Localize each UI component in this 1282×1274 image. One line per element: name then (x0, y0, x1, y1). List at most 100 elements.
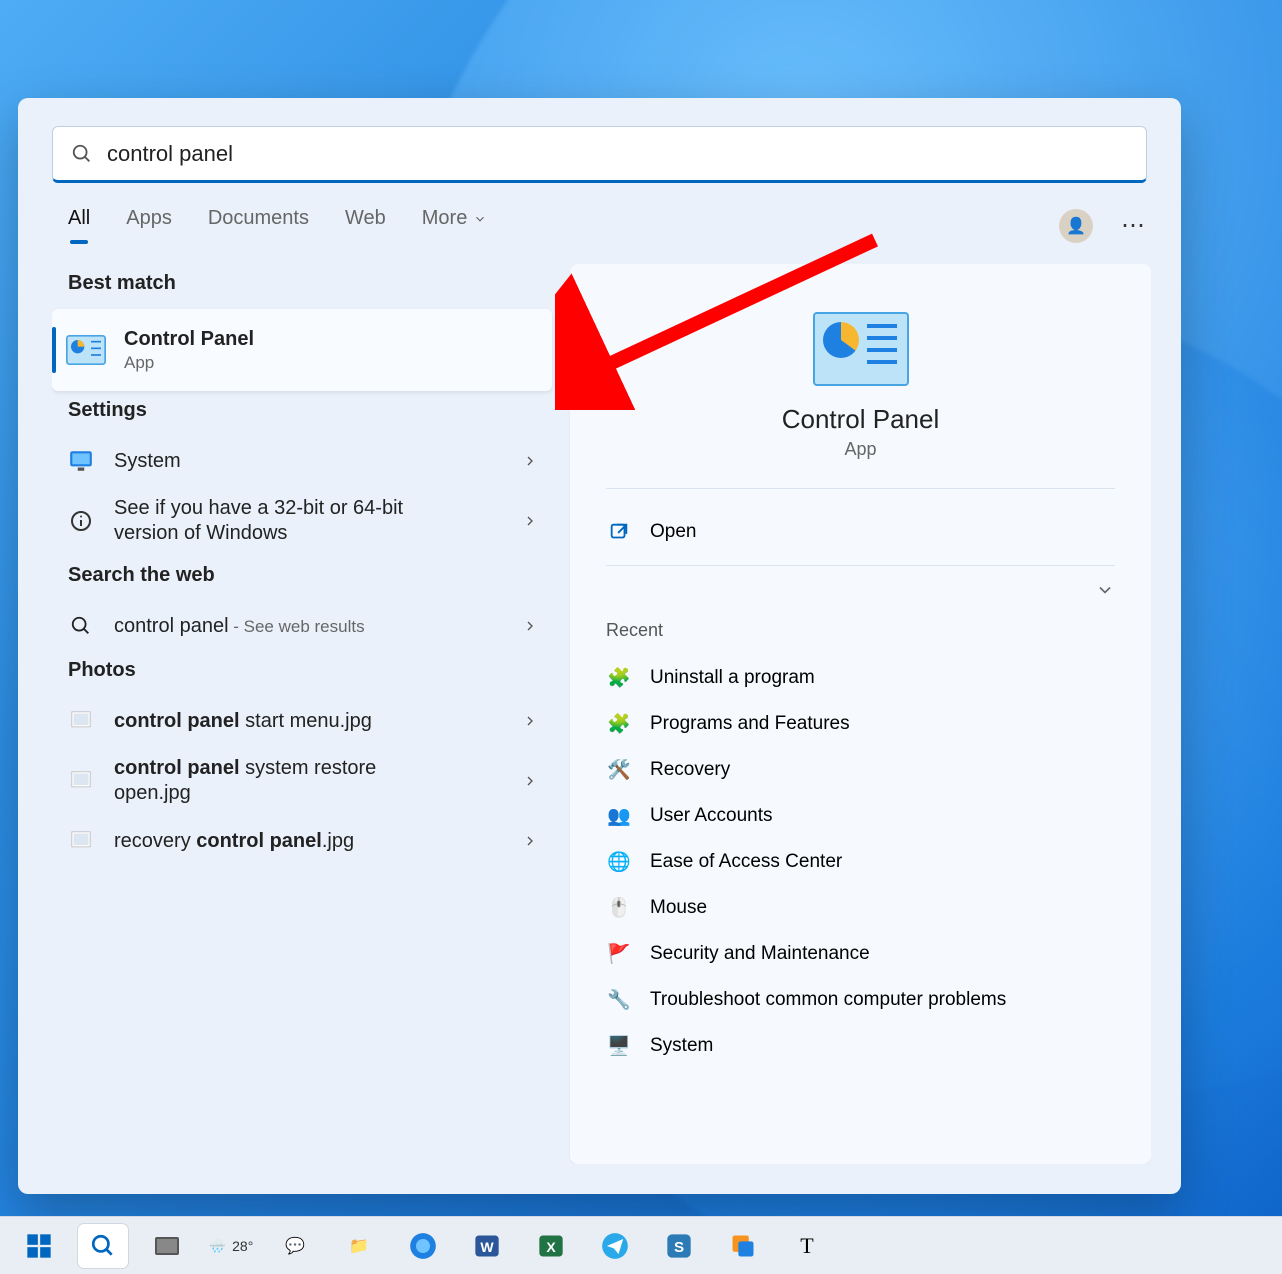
search-icon (71, 143, 93, 165)
recent-programs[interactable]: 🧩 Programs and Features (606, 701, 1115, 747)
start-button[interactable] (14, 1224, 64, 1268)
control-panel-icon (66, 330, 106, 370)
recent-label: Recovery (650, 759, 730, 781)
result-system-label: System (114, 449, 181, 474)
recent-heading: Recent (606, 620, 1115, 641)
taskbar-app-telegram[interactable] (590, 1224, 640, 1268)
image-icon (66, 706, 96, 736)
open-label: Open (650, 521, 696, 543)
chevron-right-icon (522, 773, 538, 789)
tab-apps[interactable]: Apps (126, 207, 172, 244)
mouse-icon: 🖱️ (606, 895, 632, 921)
users-icon: 👥 (606, 803, 632, 829)
results-list: Best match Control Panel App Settings Sy… (52, 264, 552, 1164)
weather-temp: 28° (232, 1238, 253, 1254)
result-web-search[interactable]: control panel - See web results (52, 601, 552, 651)
recent-label: Uninstall a program (650, 667, 815, 689)
recent-system[interactable]: 🖥️ System (606, 1023, 1115, 1069)
taskbar-app-excel[interactable]: X (526, 1224, 576, 1268)
image-icon (66, 826, 96, 856)
taskbar-app-text[interactable]: T (782, 1224, 832, 1268)
chevron-right-icon (522, 618, 538, 634)
info-icon (66, 506, 96, 536)
taskbar-app-word[interactable]: W (462, 1224, 512, 1268)
recent-user-accounts[interactable]: 👥 User Accounts (606, 793, 1115, 839)
system-icon: 🖥️ (606, 1033, 632, 1059)
recent-label: Programs and Features (650, 713, 850, 735)
program-icon: 🧩 (606, 665, 632, 691)
best-subtitle: App (124, 352, 254, 373)
image-icon (66, 766, 96, 796)
user-avatar[interactable]: 👤 (1059, 209, 1093, 243)
tab-web[interactable]: Web (345, 207, 386, 244)
result-system[interactable]: System (52, 436, 552, 486)
recent-label: Ease of Access Center (650, 851, 842, 873)
search-icon (66, 611, 96, 641)
open-external-icon (608, 521, 630, 543)
weather-widget[interactable]: 🌧️ 28° (206, 1224, 256, 1268)
recent-label: User Accounts (650, 805, 773, 827)
recovery-icon: 🛠️ (606, 757, 632, 783)
open-action[interactable]: Open (606, 517, 1115, 547)
recent-mouse[interactable]: 🖱️ Mouse (606, 885, 1115, 931)
result-bitness-label: See if you have a 32-bit or 64-bit versi… (114, 496, 434, 546)
divider (606, 488, 1115, 489)
taskbar-app-snagit[interactable]: S (654, 1224, 704, 1268)
monitor-icon (66, 446, 96, 476)
result-control-panel[interactable]: Control Panel App (52, 309, 552, 391)
section-best-match: Best match (68, 272, 552, 295)
taskbar: 🌧️ 28° 💬 📁 W X S T (0, 1216, 1282, 1274)
result-bitness[interactable]: See if you have a 32-bit or 64-bit versi… (52, 486, 552, 556)
section-settings: Settings (68, 399, 552, 422)
chevron-down-icon (473, 212, 487, 226)
search-box[interactable] (52, 126, 1147, 183)
photo2-label: control panel system restore open.jpg (114, 756, 434, 806)
recent-label: Troubleshoot common computer problems (650, 989, 1006, 1011)
expand-actions[interactable] (606, 580, 1115, 600)
chevron-right-icon (522, 833, 538, 849)
chevron-right-icon (522, 453, 538, 469)
flag-icon: 🚩 (606, 941, 632, 967)
task-view-button[interactable] (142, 1224, 192, 1268)
chevron-right-icon (522, 513, 538, 529)
chevron-down-icon (1095, 580, 1115, 600)
recent-ease-of-access[interactable]: 🌐 Ease of Access Center (606, 839, 1115, 885)
accessibility-icon: 🌐 (606, 849, 632, 875)
recent-troubleshoot[interactable]: 🔧 Troubleshoot common computer problems (606, 977, 1115, 1023)
program-icon: 🧩 (606, 711, 632, 737)
recent-recovery[interactable]: 🛠️ Recovery (606, 747, 1115, 793)
chevron-right-icon (522, 713, 538, 729)
result-photo-2[interactable]: control panel system restore open.jpg (52, 746, 552, 816)
photo1-label: control panel start menu.jpg (114, 709, 372, 734)
search-button[interactable] (78, 1224, 128, 1268)
weather-icon: 🌧️ (209, 1237, 226, 1254)
recent-label: Security and Maintenance (650, 943, 870, 965)
taskbar-app-teams[interactable]: 💬 (270, 1224, 320, 1268)
result-photo-1[interactable]: control panel start menu.jpg (52, 696, 552, 746)
photo3-label: recovery control panel.jpg (114, 829, 354, 854)
troubleshoot-icon: 🔧 (606, 987, 632, 1013)
tab-all[interactable]: All (68, 207, 90, 244)
control-panel-large-icon (813, 312, 909, 386)
tab-more-label: More (422, 207, 468, 230)
detail-subtitle: App (606, 439, 1115, 460)
web-result: control panel - See web results (114, 614, 365, 639)
section-photos: Photos (68, 659, 552, 682)
result-photo-3[interactable]: recovery control panel.jpg (52, 816, 552, 866)
recent-security[interactable]: 🚩 Security and Maintenance (606, 931, 1115, 977)
tab-documents[interactable]: Documents (208, 207, 309, 244)
svg-text:X: X (546, 1238, 556, 1254)
best-title: Control Panel (124, 327, 254, 352)
search-input[interactable] (107, 141, 1128, 167)
recent-uninstall[interactable]: 🧩 Uninstall a program (606, 655, 1115, 701)
taskbar-app-edge[interactable] (398, 1224, 448, 1268)
section-search-web: Search the web (68, 564, 552, 587)
recent-label: Mouse (650, 897, 707, 919)
svg-text:W: W (480, 1238, 494, 1254)
recent-label: System (650, 1035, 713, 1057)
filter-tabs: All Apps Documents Web More 👤 ⋯ (68, 207, 1147, 244)
more-options-button[interactable]: ⋯ (1121, 211, 1147, 240)
taskbar-app-vmware[interactable] (718, 1224, 768, 1268)
tab-more[interactable]: More (422, 207, 488, 244)
taskbar-app-explorer[interactable]: 📁 (334, 1224, 384, 1268)
